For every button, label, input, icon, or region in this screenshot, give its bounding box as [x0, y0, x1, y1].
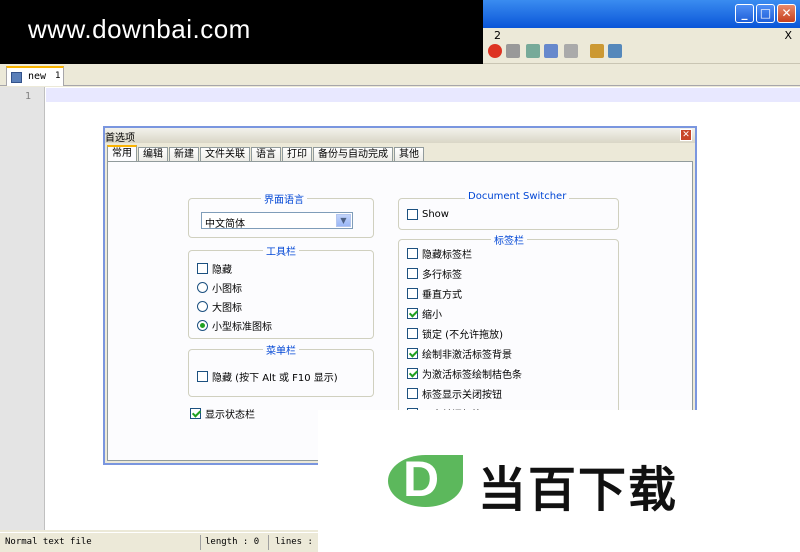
tabbar-option-checkbox[interactable]: 隐藏标签栏 [407, 246, 472, 261]
spellcheck-icon[interactable] [608, 44, 622, 58]
watermark-banner: www.downbai.com [0, 0, 483, 64]
checkbox-box[interactable] [190, 408, 201, 419]
maximize-button[interactable]: □ [756, 4, 775, 23]
tab-new-document[interactable]: 新建 [169, 147, 199, 162]
checkbox-box[interactable] [407, 248, 418, 259]
toolbar-small-icons-radio[interactable]: 小图标 [197, 280, 242, 295]
current-line-highlight [46, 88, 800, 102]
tab-file-association[interactable]: 文件关联 [200, 147, 250, 162]
run-macro-multiple-icon[interactable] [544, 44, 558, 58]
checkbox-box[interactable] [407, 368, 418, 379]
tabbar-option-checkbox[interactable]: 锁定 (不允许拖放) [407, 326, 503, 341]
checkbox-box[interactable] [407, 308, 418, 319]
tabbar-option-label: 垂直方式 [422, 290, 462, 301]
checkbox-box[interactable] [197, 263, 208, 274]
tabbar-option-checkbox[interactable]: 绘制非激活标签背景 [407, 346, 512, 361]
document-tab-index: 1 [55, 71, 61, 81]
checkbox-box[interactable] [407, 209, 418, 220]
radio-circle[interactable] [197, 320, 208, 331]
menubar-group-title: 菜单栏 [263, 342, 299, 357]
brand-name: 当百下载 [478, 462, 679, 518]
document-tab-name: new [28, 71, 47, 82]
saved-disk-icon [11, 72, 22, 83]
chevron-down-icon[interactable]: ▼ [336, 214, 351, 227]
toolbar-hide-checkbox[interactable]: 隐藏 [197, 261, 232, 276]
dialog-title-bar: 首选项 ✕ [105, 128, 695, 144]
tab-language[interactable]: 语言 [251, 147, 281, 162]
document-tab-strip [0, 64, 800, 86]
menubar-group: 菜单栏 隐藏 (按下 Alt 或 F10 显示) [188, 342, 374, 397]
tab-backup-autocomplete[interactable]: 备份与自动完成 [313, 147, 393, 162]
tabbar-option-label: 为激活标签绘制桔色条 [422, 370, 522, 381]
checkbox-box[interactable] [407, 328, 418, 339]
status-file-type: Normal text file [5, 537, 92, 547]
tabbar-option-checkbox[interactable]: 为激活标签绘制桔色条 [407, 366, 522, 381]
document-switcher-show-checkbox[interactable]: Show [407, 209, 449, 220]
dialog-tabs: 常用 编辑 新建 文件关联 语言 打印 备份与自动完成 其他 [107, 145, 425, 163]
watermark-url: www.downbai.com [28, 14, 251, 44]
tab-print[interactable]: 打印 [282, 147, 312, 162]
tab-edit[interactable]: 编辑 [138, 147, 168, 162]
toolbar-group-title: 工具栏 [263, 243, 299, 258]
status-lines: lines : 1 [275, 537, 324, 547]
dialog-close-button[interactable]: ✕ [680, 129, 692, 141]
minimize-button[interactable]: _ [735, 4, 754, 23]
radio-circle[interactable] [197, 282, 208, 293]
toolbar-group: 工具栏 隐藏 小图标 大图标 小型标准图标 [188, 243, 374, 339]
tabbar-group-title: 标签栏 [491, 232, 527, 247]
print-icon[interactable] [590, 44, 604, 58]
language-selected: 中文简体 [205, 219, 245, 230]
tabbar-option-label: 锁定 (不允许拖放) [422, 330, 503, 341]
checkbox-box[interactable] [407, 268, 418, 279]
tabbar-option-label: 标签显示关闭按钮 [422, 390, 502, 401]
tabbar-option-label: 缩小 [422, 310, 442, 321]
checkbox-box[interactable] [407, 288, 418, 299]
tab-misc[interactable]: 其他 [394, 147, 424, 162]
language-select[interactable]: 中文简体 ▼ [201, 212, 353, 230]
document-tab[interactable]: new 1 [6, 66, 64, 86]
record-macro-icon[interactable] [488, 44, 502, 58]
dialog-title: 首选项 [105, 133, 135, 144]
status-length: length : 0 [205, 537, 260, 547]
checkbox-box[interactable] [197, 371, 208, 382]
checkbox-box[interactable] [407, 388, 418, 399]
watermark-overlay: D 当百下载 [318, 410, 800, 552]
checkbox-box[interactable] [407, 348, 418, 359]
tabbar-option-checkbox[interactable]: 缩小 [407, 306, 442, 321]
language-group-title: 界面语言 [261, 191, 307, 206]
show-statusbar-checkbox[interactable]: 显示状态栏 [190, 406, 255, 421]
line-number: 1 [25, 91, 32, 102]
document-switcher-title: Document Switcher [465, 191, 570, 202]
save-macro-icon[interactable] [564, 44, 578, 58]
tabbar-option-checkbox[interactable]: 标签显示关闭按钮 [407, 386, 502, 401]
toolbar-small-standard-radio[interactable]: 小型标准图标 [197, 318, 272, 333]
line-number-gutter [0, 87, 45, 530]
tabbar-option-label: 多行标签 [422, 270, 462, 281]
tabbar-option-checkbox[interactable]: 多行标签 [407, 266, 462, 281]
radio-circle[interactable] [197, 301, 208, 312]
menubar-hide-checkbox[interactable]: 隐藏 (按下 Alt 或 F10 显示) [197, 369, 338, 384]
toolbar-large-icons-radio[interactable]: 大图标 [197, 299, 242, 314]
tabbar-option-checkbox[interactable]: 垂直方式 [407, 286, 462, 301]
play-macro-icon[interactable] [526, 44, 540, 58]
language-group: 界面语言 中文简体 ▼ [188, 191, 374, 238]
tabbar-option-label: 隐藏标签栏 [422, 250, 472, 261]
tabbar-option-label: 绘制非激活标签背景 [422, 350, 512, 361]
close-button[interactable]: ✕ [777, 4, 796, 23]
brand-logo-letter: D [403, 451, 440, 507]
stop-macro-icon[interactable] [506, 44, 520, 58]
document-switcher-group: Document Switcher Show [398, 191, 619, 230]
